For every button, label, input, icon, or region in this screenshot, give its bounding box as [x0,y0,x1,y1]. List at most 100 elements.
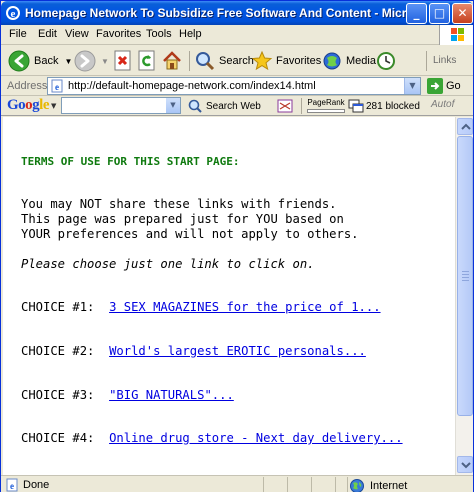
svg-text:e: e [10,481,14,491]
address-input[interactable]: e http://default-homepage-network.com/in… [47,77,421,95]
scroll-thumb[interactable] [457,136,473,416]
scroll-up-button[interactable] [457,118,473,135]
chevron-up-icon [461,123,471,130]
home-icon [163,51,181,70]
address-dropdown-icon[interactable]: ▼ [404,78,420,94]
popup-blocker-button[interactable]: 281 blocked [348,98,420,114]
browser-window: e Homepage Network To Subsidize Free Sof… [0,0,474,492]
choice-link-1[interactable]: 3 SEX MAGAZINES for the price of 1... [109,300,381,314]
status-bar: e Done Internet [1,475,473,492]
paragraph-line: YOUR preferences and will not apply to o… [21,227,359,241]
chevron-down-icon [461,462,471,469]
favorites-button[interactable]: Favorites [251,49,321,73]
menu-view[interactable]: View [65,28,89,40]
favorites-star-icon [251,50,273,71]
standard-toolbar: Back ▼ ▼ Search Favorites Media Links [1,46,473,76]
go-arrow-icon [427,78,443,94]
status-text: Done [23,479,50,491]
status-divider [263,477,264,492]
forward-dropdown-icon[interactable]: ▼ [101,57,109,66]
windows-flag-icon [439,25,473,45]
page-icon: e [51,79,63,93]
choice-label: CHOICE #2: [21,344,95,358]
history-icon [377,52,395,70]
search-label: Search [219,55,254,67]
toolbar-separator [426,51,427,71]
choice-row: CHOICE #3: "BIG NATURALS"... [21,387,234,403]
status-divider [287,477,288,492]
back-dropdown-icon[interactable]: ▼ [64,57,72,66]
address-url: http://default-homepage-network.com/inde… [68,80,316,92]
choice-link-4[interactable]: Online drug store - Next day delivery... [109,431,403,445]
internet-globe-icon [350,479,364,492]
google-search-input[interactable]: ▼ [61,97,181,114]
menu-favorites[interactable]: Favorites [96,28,141,40]
status-divider [347,477,348,492]
menu-edit[interactable]: Edit [38,28,57,40]
close-button[interactable]: ✕ [452,3,473,24]
ie-logo-icon: e [6,6,20,20]
page-content: TERMS OF USE FOR THIS START PAGE: You ma… [3,117,455,475]
news-button[interactable] [277,98,293,114]
vertical-scrollbar[interactable] [455,117,473,475]
status-divider [311,477,312,492]
blocked-count: 281 blocked [366,100,420,112]
popup-blocker-icon [348,99,364,113]
stop-button[interactable] [113,49,133,73]
back-button[interactable]: Back ▼ [7,49,72,73]
back-arrow-icon [8,50,30,72]
search-web-icon [188,99,202,113]
choice-label: CHOICE #1: [21,300,95,314]
media-icon [323,52,341,70]
security-zone[interactable]: Internet [349,478,407,492]
scroll-grip [462,277,469,278]
scroll-grip [462,280,469,281]
search-icon [196,52,215,71]
address-bar: Address e http://default-homepage-networ… [1,76,473,96]
choice-label: CHOICE #3: [21,388,95,402]
search-web-label: Search Web [206,100,261,112]
media-label: Media [346,55,376,67]
instruction-text: Please choose just one link to click on. [21,257,315,271]
choice-row: CHOICE #4: Online drug store - Next day … [21,430,403,446]
home-button[interactable] [161,49,183,73]
google-search-dropdown-icon[interactable]: ▼ [166,98,180,113]
pagerank-indicator[interactable]: PageRank [307,98,345,113]
forward-arrow-icon [74,50,96,72]
refresh-button[interactable] [137,49,157,73]
back-label: Back [34,55,59,67]
autofill-button[interactable]: Autof [431,99,454,110]
toolbar-separator [301,98,302,114]
go-button[interactable]: Go [427,78,461,94]
choice-link-3[interactable]: "BIG NATURALS"... [109,388,234,402]
favorites-label: Favorites [276,55,322,67]
maximize-button[interactable]: □ [429,3,450,24]
scroll-grip [462,271,469,272]
zone-text: Internet [370,480,408,492]
forward-button[interactable]: ▼ [73,49,109,73]
svg-text:e: e [11,8,16,20]
minimize-button[interactable]: _ [406,3,427,24]
window-title: Homepage Network To Subsidize Free Softw… [25,6,415,20]
media-button[interactable]: Media [321,49,376,73]
title-bar[interactable]: e Homepage Network To Subsidize Free Sof… [1,1,473,25]
choice-link-2[interactable]: World's largest EROTIC personals... [109,344,366,358]
links-button[interactable]: Links [433,55,456,66]
address-label: Address [7,80,48,92]
pagerank-bar [307,109,345,113]
scroll-grip [462,274,469,275]
stop-icon [114,50,131,71]
page-done-icon: e [6,478,18,492]
paragraph-line: You may NOT share these links with frien… [21,197,337,211]
history-button[interactable] [375,49,397,73]
menu-file[interactable]: File [9,28,27,40]
menu-help[interactable]: Help [179,28,202,40]
scroll-down-button[interactable] [457,456,473,473]
menu-tools[interactable]: Tools [146,28,172,40]
google-logo[interactable]: Google [7,97,49,114]
search-button[interactable]: Search [194,49,254,73]
choice-row: CHOICE #2: World's largest EROTIC person… [21,343,366,359]
search-web-button[interactable]: Search Web [187,98,261,114]
google-toolbar: Google ▼ ▼ Search Web PageRank 281 block… [1,96,473,116]
google-menu-dropdown-icon[interactable]: ▼ [51,102,56,110]
